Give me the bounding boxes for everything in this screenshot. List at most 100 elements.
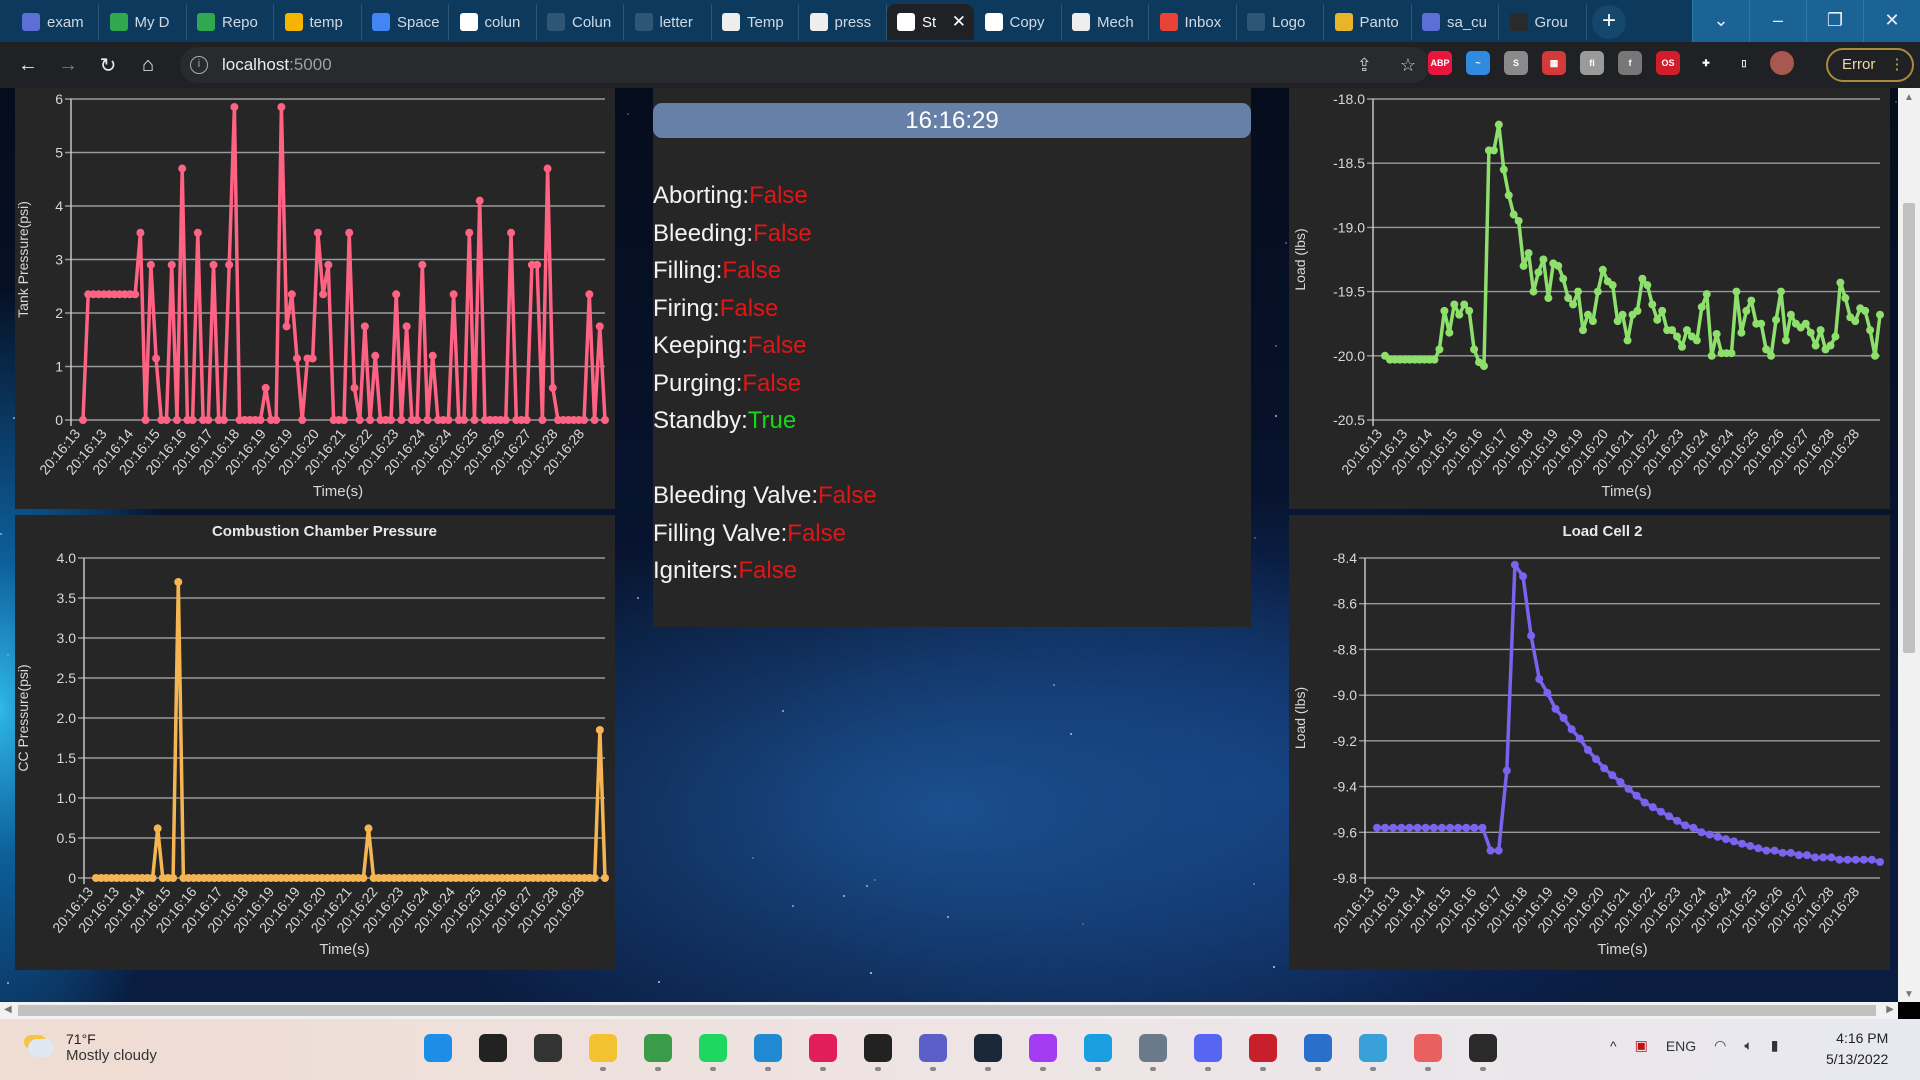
wifi-icon[interactable]: ◠: [1714, 1037, 1726, 1054]
facebook-icon[interactable]: f: [1618, 51, 1642, 75]
tab-letter[interactable]: letter: [625, 4, 712, 40]
edge-app[interactable]: [1080, 1029, 1116, 1071]
data-point: [167, 260, 176, 269]
avatar[interactable]: [1770, 51, 1794, 75]
settings-app[interactable]: [1135, 1029, 1171, 1071]
tab-label: Temp: [747, 13, 784, 31]
data-point: [501, 416, 510, 424]
steam-app[interactable]: [970, 1029, 1006, 1071]
spotify-app[interactable]: [695, 1029, 731, 1071]
data-point: [386, 416, 395, 424]
minimize-button[interactable]: –: [1749, 0, 1806, 42]
reload-icon[interactable]: ↻: [88, 53, 128, 78]
tab-label: sa_cu: [1447, 13, 1488, 31]
taskbar-clock[interactable]: 4:16 PM 5/13/2022: [1826, 1028, 1888, 1070]
y-tick-label: -8.8: [1333, 641, 1357, 657]
data-point: [371, 351, 380, 360]
vscode-app[interactable]: [750, 1029, 786, 1071]
bookmark-star-icon[interactable]: ☆: [1400, 55, 1416, 76]
obs-app[interactable]: [1465, 1029, 1501, 1071]
vertical-scroll-thumb[interactable]: [1903, 203, 1915, 653]
back-icon[interactable]: ←: [8, 54, 48, 77]
s-extension-icon[interactable]: S: [1504, 51, 1528, 75]
running-indicator: [600, 1067, 606, 1071]
tab-repo[interactable]: Repo: [187, 4, 274, 40]
tab-space[interactable]: Space: [362, 4, 449, 40]
slack-app[interactable]: [805, 1029, 841, 1071]
new-tab-button[interactable]: +: [1592, 5, 1626, 39]
share-icon[interactable]: ⇪: [1357, 55, 1372, 76]
data-point: [1618, 310, 1627, 319]
solidworks-app[interactable]: [1245, 1029, 1281, 1071]
font-extension-icon[interactable]: fi: [1580, 51, 1604, 75]
tab-exam[interactable]: exam: [12, 4, 99, 40]
sticky-notes-app[interactable]: [860, 1029, 896, 1071]
tab-temp[interactable]: temp: [275, 4, 362, 40]
file-explorer-app[interactable]: [585, 1029, 621, 1071]
data-point: [1559, 274, 1568, 283]
data-point: [355, 416, 364, 424]
tab-temp[interactable]: Temp: [712, 4, 799, 40]
chrome-app[interactable]: [640, 1029, 676, 1071]
data-point: [1373, 823, 1381, 832]
tab-label: Grou: [1534, 13, 1568, 31]
tab-mech[interactable]: Mech: [1062, 4, 1149, 40]
close-tab-icon[interactable]: ✕: [952, 12, 966, 32]
tab-label: colun: [484, 13, 521, 31]
task-view-app[interactable]: [530, 1029, 566, 1067]
star: [791, 905, 794, 908]
restore-button[interactable]: ❐: [1806, 0, 1863, 42]
tab-st[interactable]: St ✕: [887, 4, 974, 40]
tab-panto[interactable]: Panto: [1325, 4, 1412, 40]
data-point: [1598, 265, 1607, 274]
tray-app-icon[interactable]: ▣: [1635, 1037, 1648, 1054]
tab-colun[interactable]: colun: [450, 4, 537, 40]
battery-icon[interactable]: ▮: [1771, 1037, 1779, 1054]
tab-grou[interactable]: Grou: [1500, 4, 1587, 40]
weather-widget[interactable]: 71°F Mostly cloudy: [28, 1031, 157, 1064]
site-info-icon[interactable]: i: [190, 56, 208, 74]
close-window-button[interactable]: ✕: [1863, 0, 1920, 42]
snipping-tool-app[interactable]: [1410, 1029, 1446, 1071]
star: [1082, 923, 1085, 926]
home-icon[interactable]: ⌂: [128, 54, 168, 77]
data-point: [1429, 823, 1438, 832]
status-label: Bleeding:: [653, 219, 754, 247]
tab-colun[interactable]: Colun: [537, 4, 624, 40]
tab-inbox[interactable]: Inbox: [1150, 4, 1237, 40]
volume-icon[interactable]: 🔈︎: [1744, 1037, 1752, 1054]
pulse-icon[interactable]: ~: [1466, 51, 1490, 75]
data-point: [345, 228, 354, 237]
tab-sa-cu[interactable]: sa_cu: [1412, 4, 1499, 40]
puzzle-icon[interactable]: ✚: [1694, 51, 1718, 75]
horizontal-scroll-thumb[interactable]: [18, 1005, 1876, 1016]
sidepanel-icon[interactable]: ▯: [1732, 51, 1756, 75]
notepad-app[interactable]: [1355, 1029, 1391, 1071]
adblock-icon[interactable]: ABP: [1428, 51, 1452, 75]
tab-search-button[interactable]: ⌄: [1692, 0, 1749, 42]
tab-press[interactable]: press: [800, 4, 887, 40]
vertical-scrollbar[interactable]: ▲ ▼: [1898, 88, 1920, 1002]
windows-start-app[interactable]: [420, 1029, 456, 1067]
powershell-app[interactable]: [1300, 1029, 1336, 1071]
data-point: [1640, 798, 1649, 807]
horizontal-scrollbar[interactable]: ◀ ▶: [0, 1002, 1898, 1019]
tab-copy[interactable]: Copy: [975, 4, 1062, 40]
forward-icon[interactable]: →: [48, 54, 88, 77]
tab-logo[interactable]: Logo: [1237, 4, 1324, 40]
teams-app[interactable]: [915, 1029, 951, 1071]
os-extension-icon[interactable]: OS: [1656, 51, 1680, 75]
profile-error-button[interactable]: Error ⋮: [1826, 48, 1914, 82]
tab-my-d[interactable]: My D: [100, 4, 187, 40]
data-point: [1673, 332, 1682, 341]
discord-app[interactable]: [1190, 1029, 1226, 1071]
data-point: [1454, 823, 1463, 832]
messenger-app[interactable]: [1025, 1029, 1061, 1071]
search-app[interactable]: [475, 1029, 511, 1067]
tab-label: Copy: [1009, 13, 1045, 31]
tray-chevron-icon[interactable]: ^: [1610, 1038, 1617, 1054]
red-extension-icon[interactable]: ▦: [1542, 51, 1566, 75]
star: [870, 971, 873, 974]
address-bar[interactable]: i localhost:5000 ⇪ ☆: [180, 47, 1430, 83]
language-indicator[interactable]: ENG: [1666, 1038, 1696, 1054]
